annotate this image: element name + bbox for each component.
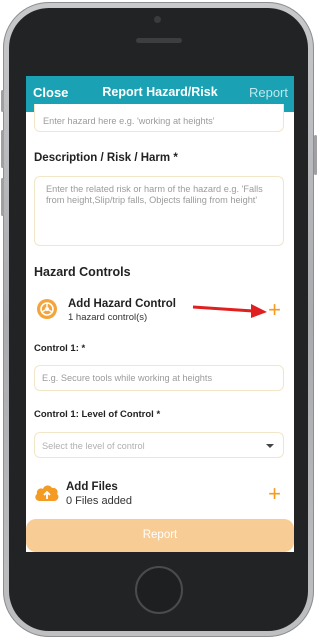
home-button[interactable] (135, 566, 183, 614)
add-files-plus-icon[interactable]: + (268, 483, 281, 505)
control-level-select[interactable]: Select the level of control (34, 432, 284, 458)
hazard-input-placeholder: Enter hazard here e.g. 'working at heigh… (43, 116, 215, 126)
annotation-arrow-icon (192, 304, 267, 318)
front-camera (154, 16, 161, 23)
hazard-controls-heading: Hazard Controls (34, 265, 131, 279)
side-button-power (314, 135, 317, 175)
side-button-volume-down (1, 178, 4, 216)
hazard-control-icon (37, 299, 57, 319)
report-button[interactable]: Report (26, 519, 294, 552)
description-placeholder: Enter the related risk or harm of the ha… (46, 184, 263, 205)
control-level-placeholder: Select the level of control (42, 441, 145, 451)
add-files-title: Add Files (66, 481, 118, 493)
chevron-down-icon (266, 444, 274, 448)
control-1-level-label: Control 1: Level of Control * (34, 409, 161, 420)
cloud-upload-icon (34, 483, 60, 508)
header-report-button[interactable]: Report (249, 85, 288, 100)
app-screen: Close Report Hazard/Risk Report Enter ha… (26, 76, 294, 552)
side-button-mute (1, 90, 4, 112)
description-label: Description / Risk / Harm * (34, 152, 178, 164)
control-1-label: Control 1: * (34, 343, 86, 354)
files-count: 0 Files added (66, 495, 133, 507)
speaker-grille (136, 38, 182, 43)
control-1-input[interactable]: E.g. Secure tools while working at heigh… (34, 365, 284, 391)
add-files-row[interactable]: Add Files 0 Files added + (26, 478, 294, 512)
description-textarea[interactable]: Enter the related risk or harm of the ha… (34, 176, 284, 246)
hazard-input[interactable]: Enter hazard here e.g. 'working at heigh… (34, 104, 284, 132)
add-hazard-control-title: Add Hazard Control (68, 298, 176, 310)
hazard-control-count: 1 hazard control(s) (68, 312, 148, 323)
control-1-placeholder: E.g. Secure tools while working at heigh… (42, 373, 213, 383)
side-button-volume-up (1, 130, 4, 168)
